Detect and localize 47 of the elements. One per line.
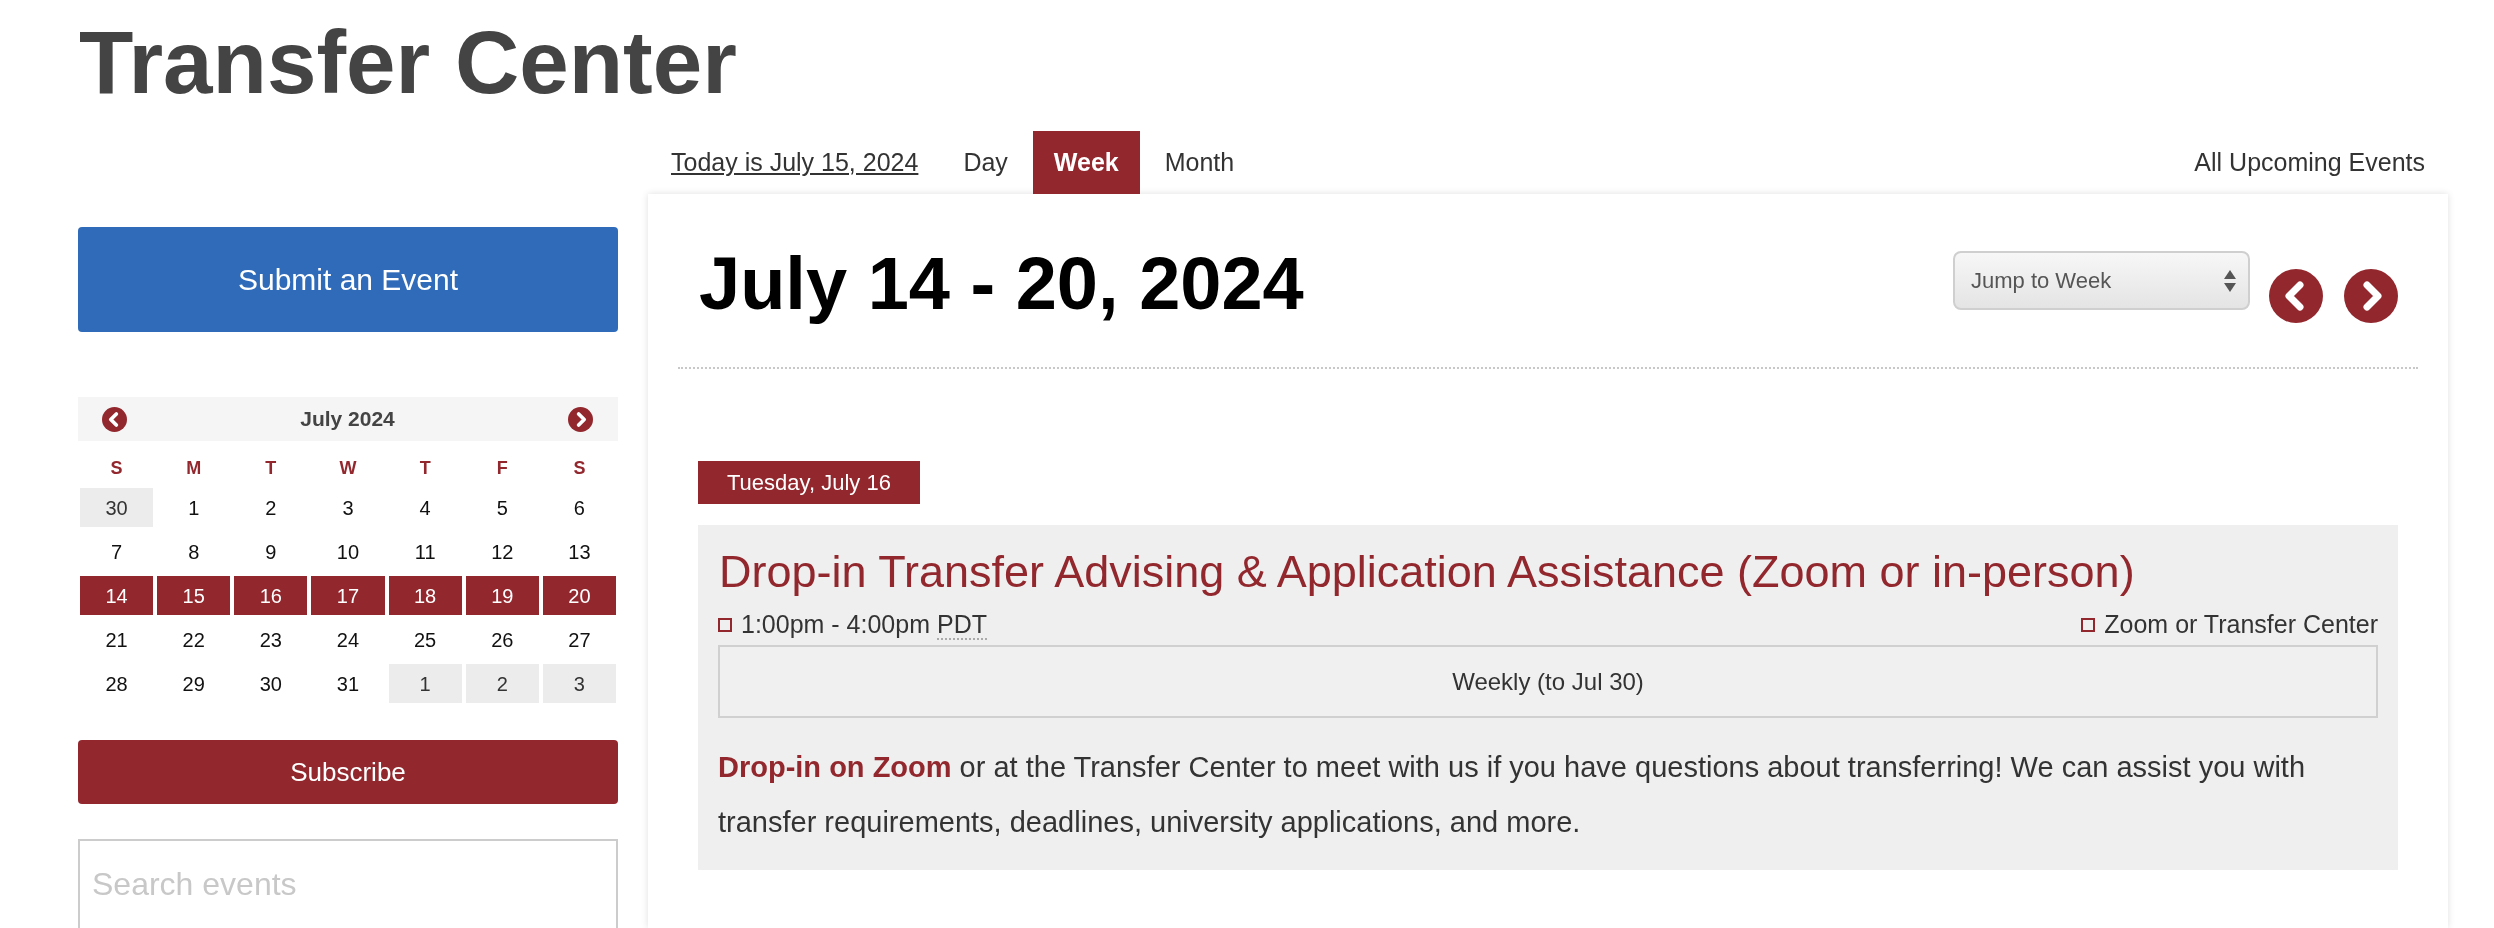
event-time: 1:00pm - 4:00pm xyxy=(741,609,930,641)
chevron-right-icon xyxy=(2344,269,2398,323)
timezone-abbr: PDT xyxy=(937,610,987,640)
view-tab[interactable]: Week xyxy=(1032,131,1140,194)
view-tab[interactable]: Day xyxy=(942,131,1029,194)
up-down-arrows-icon xyxy=(2224,269,2236,292)
weekday-label: W xyxy=(338,456,358,480)
subscribe-button[interactable]: Subscribe xyxy=(78,740,618,804)
weekday-label: F xyxy=(495,456,509,480)
calendar-day[interactable]: 20 xyxy=(542,576,616,615)
previous-week-button[interactable] xyxy=(2269,269,2323,323)
submit-event-button[interactable]: Submit an Event xyxy=(78,227,618,332)
month-label: July 2024 xyxy=(300,406,395,433)
event-description: Drop-in on Zoom or at the Transfer Center to meet with us if you have questions about transferring! We can assist you with transfer requirements, deadlines, university applications, and more. xyxy=(718,750,2307,840)
square-icon xyxy=(2081,618,2096,632)
calendar-day[interactable]: 15 xyxy=(157,576,231,615)
day-date-label: Tuesday, July 16 xyxy=(698,461,920,504)
view-tab[interactable]: Month xyxy=(1143,131,1256,194)
event-location: Zoom or Transfer Center xyxy=(2104,609,2378,641)
next-month-button[interactable] xyxy=(568,406,593,432)
today-link[interactable]: Today is July 15, 2024 xyxy=(671,143,919,182)
zoom-link[interactable]: Drop-in on Zoom xyxy=(718,751,952,783)
calendar-day[interactable]: 14 xyxy=(80,576,154,615)
next-week-button[interactable] xyxy=(2344,269,2398,323)
calendar-day[interactable]: 19 xyxy=(465,576,539,615)
page-title: Transfer Center xyxy=(79,18,737,106)
event-title-link[interactable]: Drop-in Transfer Advising & Application Assistance (Zoom or in-person) xyxy=(718,549,2135,594)
recurrence-label: Weekly (to Jul 30) xyxy=(718,645,2378,718)
calendar-day[interactable]: 1 xyxy=(388,664,462,703)
weekday-label: S xyxy=(572,456,587,480)
calendar-day[interactable]: 16 xyxy=(234,576,308,615)
previous-month-button[interactable] xyxy=(102,406,127,432)
weekday-label: M xyxy=(185,456,203,480)
square-icon xyxy=(718,618,732,632)
chevron-right-icon xyxy=(568,406,593,432)
weekday-label: S xyxy=(109,456,124,480)
weekday-label: T xyxy=(418,456,432,480)
calendar-day[interactable]: 2 xyxy=(465,664,539,703)
calendar-day[interactable]: 18 xyxy=(388,576,462,615)
calendar-day[interactable]: 30 xyxy=(80,488,154,527)
chevron-left-icon xyxy=(102,406,127,432)
all-upcoming-events-link[interactable]: All Upcoming Events xyxy=(2194,143,2425,182)
calendar-day[interactable]: 17 xyxy=(311,576,385,615)
jump-to-week-select[interactable]: Jump to Week xyxy=(1953,251,2250,310)
weekday-label: T xyxy=(264,456,278,480)
chevron-left-icon xyxy=(2269,269,2323,323)
calendar-day[interactable]: 3 xyxy=(542,664,616,703)
